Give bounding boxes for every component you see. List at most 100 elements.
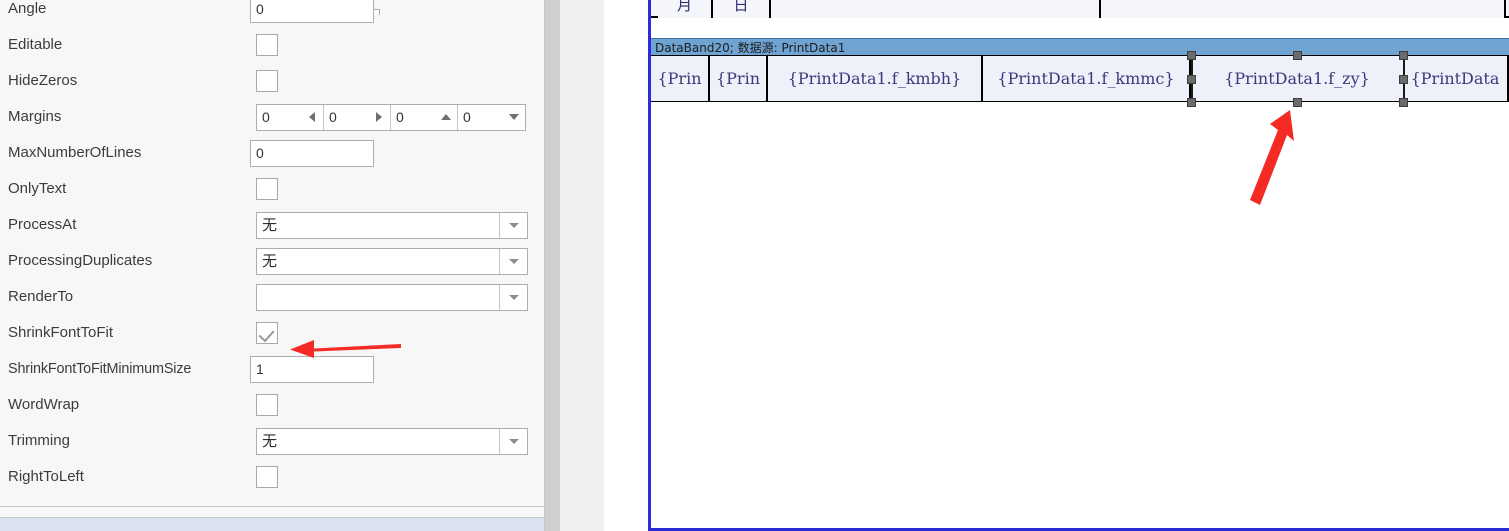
property-label: Editable	[8, 36, 63, 53]
selection-handle[interactable]	[1187, 98, 1196, 107]
property-value-cell: 无	[250, 243, 544, 279]
property-label: RenderTo	[8, 288, 74, 305]
property-value-cell	[250, 135, 544, 171]
arrow-down-icon	[503, 114, 525, 120]
property-value-cell	[250, 351, 544, 387]
margin-value: 0	[463, 108, 471, 125]
property-label: RightToLeft	[8, 468, 84, 485]
caret-glyph	[508, 438, 519, 444]
property-row: ProcessingDuplicates 无	[0, 243, 544, 279]
arrow-left-icon	[301, 112, 323, 122]
margin-spinner[interactable]: 0	[458, 105, 525, 130]
margin-spinner[interactable]: 0	[324, 104, 391, 130]
property-label: ProcessAt	[8, 216, 77, 233]
property-dropdown-value: 无	[262, 431, 278, 450]
selection-handle[interactable]	[1293, 98, 1302, 107]
property-grid-scrollbar[interactable]	[545, 0, 560, 531]
selection-handle[interactable]	[1399, 74, 1408, 84]
property-label: MaxNumberOfLines	[8, 144, 142, 161]
selection-handle[interactable]	[1187, 51, 1196, 60]
property-label: OnlyText	[8, 180, 67, 197]
property-row: RenderTo	[0, 279, 544, 315]
property-label: Margins	[8, 108, 62, 125]
property-checkbox[interactable]	[256, 394, 278, 416]
property-row: Margins 0 0 0 0	[0, 99, 544, 135]
property-checkbox[interactable]	[256, 34, 278, 56]
property-row: Angle	[0, 0, 544, 27]
property-value-cell	[250, 279, 544, 315]
property-value-cell: 0 0 0 0	[250, 99, 544, 135]
property-text-input[interactable]	[250, 355, 374, 383]
property-checkbox[interactable]	[256, 466, 278, 488]
caret-glyph	[508, 294, 519, 300]
property-checkbox[interactable]	[256, 70, 278, 92]
property-text-input[interactable]	[250, 139, 374, 167]
property-label: HideZeros	[8, 72, 78, 89]
property-value-cell	[250, 387, 544, 423]
margins-spinner-group[interactable]: 0 0 0 0	[256, 103, 526, 131]
selection-handle[interactable]	[1187, 74, 1196, 84]
property-row: Trimming 无	[0, 423, 544, 459]
property-value-cell	[250, 0, 544, 27]
margin-value: 0	[329, 108, 337, 125]
triangle-glyph	[376, 112, 382, 122]
selection-handle[interactable]	[1399, 51, 1408, 60]
status-strip	[0, 518, 544, 531]
designer-left-margin	[604, 0, 648, 531]
property-value-cell	[250, 459, 544, 495]
property-row: ShrinkFontToFitMinimumSize	[0, 351, 544, 387]
chevron-down-icon[interactable]	[499, 212, 527, 238]
property-dropdown[interactable]: 无	[256, 211, 528, 239]
property-value-cell	[250, 27, 544, 63]
property-label: ProcessingDuplicates	[8, 252, 153, 269]
property-value-cell	[250, 315, 544, 351]
margin-spinner[interactable]: 0	[391, 104, 458, 130]
property-dropdown[interactable]: 无	[256, 427, 528, 455]
margin-spinner[interactable]: 0	[257, 104, 324, 130]
property-value-cell: 无	[250, 207, 544, 243]
property-value-cell	[250, 63, 544, 99]
property-label: Angle	[8, 0, 47, 17]
report-designer-canvas[interactable]: 月日 DataBand20; 数据源: PrintData1 {Prin {Pri…	[648, 0, 1509, 531]
property-dropdown-value: 无	[262, 251, 278, 270]
property-row: MaxNumberOfLines	[0, 135, 544, 171]
property-row: RightToLeft	[0, 459, 544, 495]
property-checkbox-checked[interactable]	[256, 322, 278, 344]
property-value-cell: 无	[250, 423, 544, 459]
selection-handle[interactable]	[1399, 98, 1408, 107]
property-label: ShrinkFontToFitMinimumSize	[8, 361, 192, 377]
chevron-down-icon[interactable]	[499, 428, 527, 454]
property-row: WordWrap	[0, 387, 544, 423]
property-text-input[interactable]	[250, 0, 374, 23]
property-label: ShrinkFontToFit	[8, 324, 114, 341]
caret-glyph	[508, 258, 519, 264]
arrow-right-icon	[368, 112, 390, 122]
grid-bottom-divider	[0, 506, 544, 507]
arrow-up-icon	[435, 114, 457, 120]
chevron-down-icon[interactable]	[499, 248, 527, 274]
property-row: OnlyText	[0, 171, 544, 207]
property-dropdown[interactable]	[256, 283, 528, 311]
property-grid-panel: Angle Editable HideZeros Margins 0 0 0 0 MaxNumb…	[0, 0, 545, 531]
property-dropdown[interactable]: 无	[256, 247, 528, 275]
property-dropdown-value: 无	[262, 215, 278, 234]
property-row: ShrinkFontToFit	[0, 315, 544, 351]
property-value-cell	[250, 171, 544, 207]
margin-value: 0	[262, 108, 270, 125]
property-checkbox[interactable]	[256, 178, 278, 200]
caret-glyph	[508, 222, 519, 228]
property-row: HideZeros	[0, 63, 544, 99]
triangle-glyph	[441, 114, 451, 120]
margin-value: 0	[396, 108, 404, 125]
selection-handle[interactable]	[1293, 51, 1302, 60]
chevron-down-icon[interactable]	[499, 284, 527, 310]
property-row: ProcessAt 无	[0, 207, 544, 243]
page-border-left	[648, 0, 1509, 531]
property-rows-container: Angle Editable HideZeros Margins 0 0 0 0 MaxNumb…	[0, 0, 544, 495]
property-dropdown-value	[257, 285, 499, 310]
property-label: WordWrap	[8, 396, 80, 413]
property-row: Editable	[0, 27, 544, 63]
triangle-glyph	[509, 114, 519, 120]
screen-root: Angle Editable HideZeros Margins 0 0 0 0 MaxNumb…	[0, 0, 1509, 531]
triangle-glyph	[309, 112, 315, 122]
